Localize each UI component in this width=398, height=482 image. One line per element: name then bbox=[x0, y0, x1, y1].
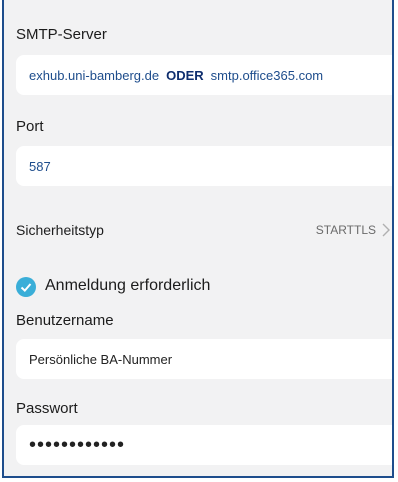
security-type-row[interactable]: Sicherheitstyp STARTTLS bbox=[16, 222, 392, 242]
username-value: Persönliche BA-Nummer bbox=[29, 351, 173, 367]
smtp-server-label: SMTP-Server bbox=[16, 26, 107, 43]
chevron-right-icon bbox=[382, 223, 390, 237]
smtp-server-field[interactable]: exhub.uni-bamberg.de ODER smtp.office365… bbox=[16, 55, 392, 95]
login-required-checkbox[interactable] bbox=[16, 277, 36, 297]
smtp-server-value-alternative: smtp.office365.com bbox=[210, 67, 324, 83]
login-required-label: Anmeldung erforderlich bbox=[45, 277, 211, 294]
check-icon bbox=[20, 283, 32, 293]
security-type-value-group: STARTTLS bbox=[316, 222, 392, 238]
port-value: 587 bbox=[29, 158, 51, 174]
smtp-server-or-text: ODER bbox=[166, 67, 204, 83]
port-field[interactable]: 587 bbox=[16, 146, 392, 186]
security-type-label: Sicherheitstyp bbox=[16, 222, 104, 238]
username-field[interactable]: Persönliche BA-Nummer bbox=[16, 339, 392, 379]
smtp-server-value-primary: exhub.uni-bamberg.de bbox=[29, 67, 160, 83]
password-field[interactable]: •••••••••••• bbox=[16, 425, 392, 465]
password-value: •••••••••••• bbox=[29, 434, 126, 456]
password-label: Passwort bbox=[16, 400, 78, 417]
security-type-value: STARTTLS bbox=[315, 223, 376, 237]
username-label: Benutzername bbox=[16, 312, 114, 329]
settings-panel: SMTP-Server exhub.uni-bamberg.de ODER sm… bbox=[2, 0, 394, 478]
port-label: Port bbox=[16, 118, 44, 135]
